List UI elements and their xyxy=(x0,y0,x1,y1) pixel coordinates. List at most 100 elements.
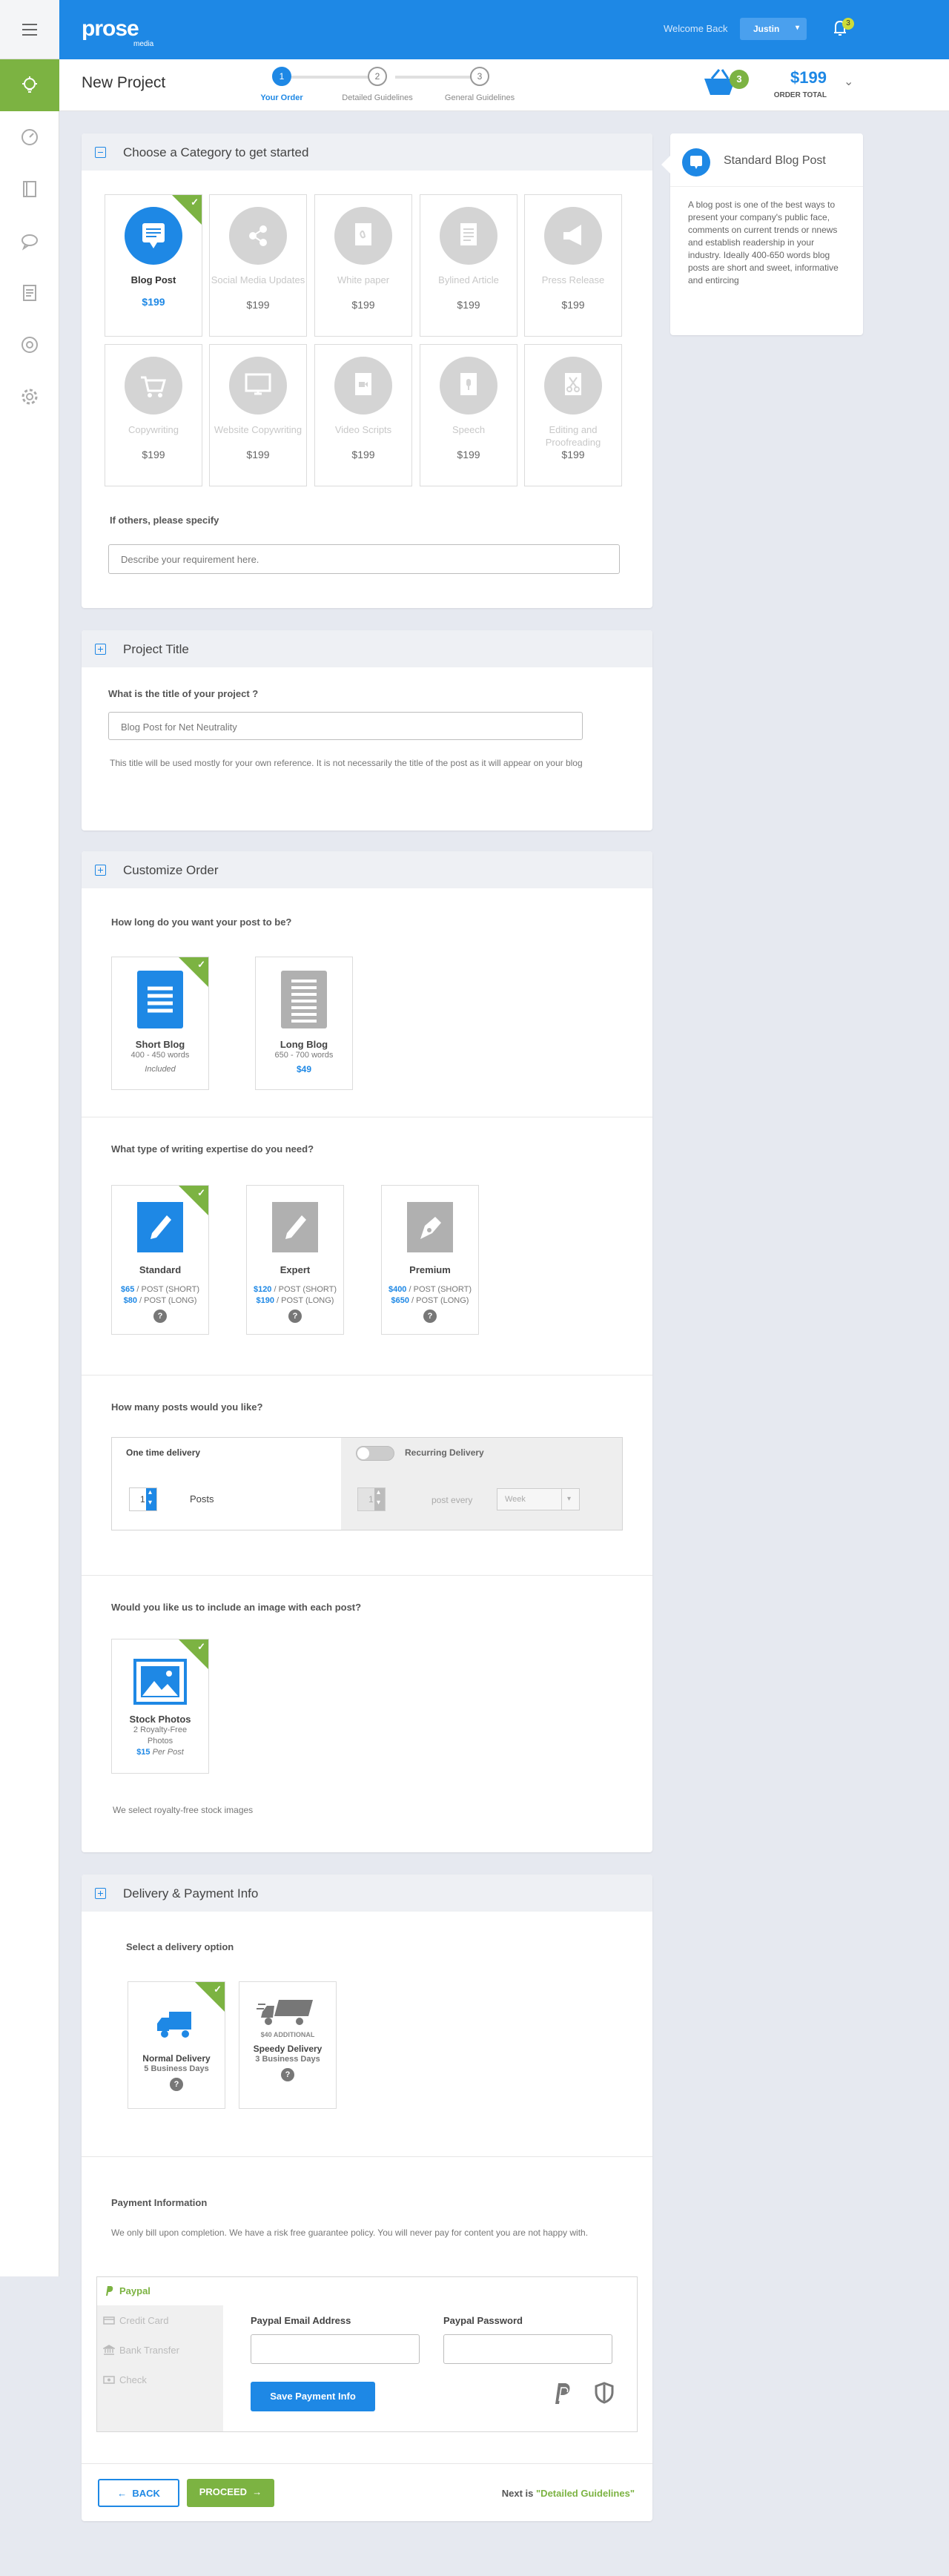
stock-photos-option[interactable]: Stock Photos 2 Royalty-Free Photos $15 P… xyxy=(111,1639,209,1774)
payment-method-credit-card[interactable]: Credit Card xyxy=(97,2307,223,2335)
delivery-days: 3 Business Days xyxy=(255,2055,320,2064)
expertise-option-standard[interactable]: Standard $65 / POST (SHORT) $80 / POST (… xyxy=(111,1185,209,1335)
project-title-input[interactable]: Blog Post for Net Neutrality xyxy=(108,712,583,740)
tile-price: $199 xyxy=(561,299,585,311)
user-menu-button[interactable]: Justin ▾ xyxy=(740,18,807,40)
image-question: Would you like us to include an image wi… xyxy=(111,1602,362,1613)
expertise-long-price: $80 xyxy=(123,1296,137,1305)
tile-price: $199 xyxy=(561,449,585,460)
one-time-delivery-label[interactable]: One time delivery xyxy=(126,1447,200,1458)
category-card-title: Choose a Category to get started xyxy=(123,145,309,159)
help-icon[interactable]: ? xyxy=(153,1310,167,1323)
category-tile-speech[interactable]: Speech $199 xyxy=(420,344,518,486)
order-total: $199 ORDER TOTAL xyxy=(767,68,827,99)
posts-quantity-stepper[interactable]: 1 xyxy=(129,1487,157,1511)
category-tile-bylined-article[interactable]: Bylined Article $199 xyxy=(420,194,518,337)
category-tile-white-paper[interactable]: White paper $199 xyxy=(314,194,412,337)
sidebar-item-messages[interactable] xyxy=(0,215,59,267)
sidebar-item-settings[interactable] xyxy=(0,371,59,423)
payment-method-label: Credit Card xyxy=(119,2315,169,2326)
paypal-email-input[interactable] xyxy=(251,2334,420,2364)
sidebar-item-documents[interactable] xyxy=(0,267,59,319)
category-tile-press-release[interactable]: Press Release $199 xyxy=(524,194,622,337)
project-title-card-title: Project Title xyxy=(123,642,189,656)
truck-icon xyxy=(154,2007,199,2041)
category-tile-website-copywriting[interactable]: Website Copywriting $199 xyxy=(209,344,307,486)
check-icon xyxy=(179,1639,208,1669)
length-option-long[interactable]: Long Blog 650 - 700 words $49 xyxy=(255,957,353,1090)
sidebar-item-dashboard[interactable] xyxy=(0,111,59,163)
payment-method-bank-transfer[interactable]: Bank Transfer xyxy=(97,2336,223,2365)
logo[interactable]: prose media xyxy=(82,16,153,48)
expand-icon[interactable] xyxy=(95,1888,106,1899)
bank-icon xyxy=(103,2345,115,2355)
length-option-short[interactable]: Short Blog 400 - 450 words Included xyxy=(111,957,209,1090)
project-title-card-header[interactable]: Project Title xyxy=(82,630,652,667)
next-step-link[interactable]: "Detailed Guidelines" xyxy=(536,2488,635,2499)
expertise-name: Expert xyxy=(280,1264,311,1275)
delivery-payment-card-title: Delivery & Payment Info xyxy=(123,1886,259,1900)
cart-button[interactable]: 3 xyxy=(703,67,749,99)
sidebar-item-new-project[interactable] xyxy=(0,59,59,111)
recurring-quantity-stepper[interactable]: 1 xyxy=(357,1487,386,1511)
document-long-icon xyxy=(281,971,327,1028)
category-tile-copywriting[interactable]: Copywriting $199 xyxy=(105,344,202,486)
help-icon[interactable]: ? xyxy=(170,2078,183,2091)
expertise-option-expert[interactable]: Expert $120 / POST (SHORT) $190 / POST (… xyxy=(246,1185,344,1335)
proceed-button[interactable]: PROCEED → xyxy=(187,2479,274,2507)
paypal-password-input[interactable] xyxy=(443,2334,612,2364)
step-label-general-guidelines[interactable]: General Guidelines xyxy=(428,93,532,102)
pdf-file-icon xyxy=(334,207,392,265)
step-label-detailed-guidelines[interactable]: Detailed Guidelines xyxy=(325,93,429,102)
recurring-delivery-label: Recurring Delivery xyxy=(405,1447,484,1458)
project-title-question: What is the title of your project ? xyxy=(108,688,259,699)
help-icon[interactable]: ? xyxy=(423,1310,437,1323)
tile-price: $199 xyxy=(457,449,480,460)
share-icon xyxy=(229,207,287,265)
category-tile-social-media[interactable]: Social Media Updates $199 xyxy=(209,194,307,337)
help-icon[interactable]: ? xyxy=(281,2068,294,2081)
stepper-arrows-icon[interactable] xyxy=(146,1488,156,1510)
tile-name: White paper xyxy=(337,274,390,285)
payment-method-check[interactable]: Check xyxy=(97,2366,223,2394)
delivery-option-speedy[interactable]: $40 ADDITIONAL Speedy Delivery 3 Busines… xyxy=(239,1981,337,2109)
payment-method-paypal[interactable]: Paypal xyxy=(97,2277,223,2305)
step-3[interactable]: 3 xyxy=(470,67,489,86)
fast-truck-icon xyxy=(257,1997,319,2027)
delivery-payment-card-header[interactable]: Delivery & Payment Info xyxy=(82,1875,652,1912)
save-payment-button[interactable]: Save Payment Info xyxy=(251,2382,375,2411)
step-1[interactable]: 1 xyxy=(272,67,291,86)
delivery-days: 5 Business Days xyxy=(144,2064,209,2073)
collapse-icon[interactable] xyxy=(95,147,106,158)
expand-icon[interactable] xyxy=(95,865,106,876)
step-label-your-order[interactable]: Your Order xyxy=(230,93,334,102)
chevron-down-icon[interactable]: ⌄ xyxy=(844,74,853,89)
notification-button[interactable]: 3 xyxy=(829,16,854,42)
expand-icon[interactable] xyxy=(95,644,106,655)
category-tile-blog-post[interactable]: Blog Post $199 xyxy=(105,194,202,337)
back-button[interactable]: ← BACK xyxy=(98,2479,179,2507)
help-icon[interactable]: ? xyxy=(288,1310,302,1323)
delivery-option-normal[interactable]: Normal Delivery 5 Business Days ? xyxy=(128,1981,225,2109)
expertise-short-label: / POST (SHORT) xyxy=(134,1285,199,1294)
stepper-arrows-icon[interactable] xyxy=(374,1488,385,1510)
sidebar-item-support[interactable] xyxy=(0,319,59,371)
stock-photos-price: $15 xyxy=(136,1748,151,1757)
shield-icon xyxy=(595,2382,614,2404)
menu-toggle-button[interactable] xyxy=(0,0,59,59)
recurring-delivery-toggle[interactable] xyxy=(356,1446,394,1461)
period-select[interactable]: Week ▾ xyxy=(497,1488,580,1510)
category-card-header[interactable]: Choose a Category to get started xyxy=(82,133,652,171)
sidebar-item-library[interactable] xyxy=(0,163,59,215)
category-tile-video-scripts[interactable]: Video Scripts $199 xyxy=(314,344,412,486)
scissors-icon xyxy=(544,357,602,415)
customize-order-card-header[interactable]: Customize Order xyxy=(82,851,652,888)
others-input[interactable]: Describe your requirement here. xyxy=(108,544,620,574)
expertise-option-premium[interactable]: Premium $400 / POST (SHORT) $650 / POST … xyxy=(381,1185,479,1335)
cart-count: 3 xyxy=(730,70,749,89)
paypal-email-label: Paypal Email Address xyxy=(251,2315,351,2326)
tile-price: $199 xyxy=(142,449,165,460)
step-2[interactable]: 2 xyxy=(368,67,387,86)
bulb-icon xyxy=(22,76,37,93)
category-tile-editing[interactable]: Editing and Proofreading $199 xyxy=(524,344,622,486)
